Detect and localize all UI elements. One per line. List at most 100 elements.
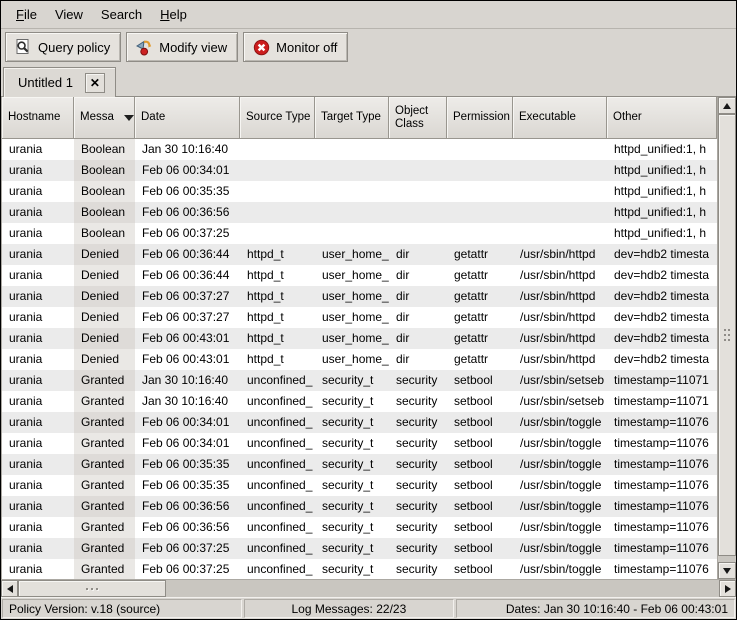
column-header-source-type[interactable]: Source Type (240, 97, 315, 139)
vertical-scrollbar-thumb[interactable] (718, 114, 736, 556)
table-cell[interactable]: timestamp=11076 (607, 454, 717, 475)
table-cell[interactable]: urania (2, 286, 74, 307)
table-cell[interactable] (240, 160, 315, 181)
table-cell[interactable]: Feb 06 00:36:44 (135, 265, 240, 286)
table-cell[interactable]: security_t (315, 391, 389, 412)
table-cell[interactable]: httpd_t (240, 307, 315, 328)
table-cell[interactable]: Granted (74, 517, 135, 538)
table-cell[interactable]: /usr/sbin/setseb (513, 391, 607, 412)
table-cell[interactable]: urania (2, 202, 74, 223)
table-row[interactable]: uraniaDeniedFeb 06 00:37:27httpd_tuser_h… (2, 307, 717, 328)
table-row[interactable]: uraniaGrantedJan 30 10:16:40unconfined_s… (2, 370, 717, 391)
table-row[interactable]: uraniaDeniedFeb 06 00:37:27httpd_tuser_h… (2, 286, 717, 307)
table-cell[interactable] (513, 223, 607, 244)
table-cell[interactable]: setbool (447, 538, 513, 559)
modify-view-button[interactable]: Modify view (126, 32, 238, 62)
table-row[interactable]: uraniaGrantedFeb 06 00:36:56unconfined_s… (2, 517, 717, 538)
table-row[interactable]: uraniaBooleanFeb 06 00:36:56httpd_unifie… (2, 202, 717, 223)
table-cell[interactable]: unconfined_ (240, 517, 315, 538)
table-cell[interactable]: Feb 06 00:34:01 (135, 412, 240, 433)
table-cell[interactable]: Feb 06 00:35:35 (135, 475, 240, 496)
scroll-left-button[interactable] (1, 580, 18, 597)
table-cell[interactable]: dev=hdb2 timesta (607, 286, 717, 307)
table-cell[interactable]: /usr/sbin/httpd (513, 328, 607, 349)
table-cell[interactable]: Feb 06 00:37:25 (135, 538, 240, 559)
table-cell[interactable]: urania (2, 307, 74, 328)
table-cell[interactable]: Granted (74, 496, 135, 517)
table-cell[interactable]: httpd_t (240, 349, 315, 370)
table-cell[interactable]: httpd_unified:1, h (607, 202, 717, 223)
table-row[interactable]: uraniaBooleanJan 30 10:16:40httpd_unifie… (2, 139, 717, 160)
table-cell[interactable]: Granted (74, 412, 135, 433)
table-cell[interactable]: unconfined_ (240, 391, 315, 412)
table-cell[interactable]: urania (2, 370, 74, 391)
table-cell[interactable]: security_t (315, 496, 389, 517)
table-cell[interactable]: dev=hdb2 timesta (607, 349, 717, 370)
table-cell[interactable]: getattr (447, 265, 513, 286)
table-cell[interactable]: urania (2, 223, 74, 244)
table-cell[interactable]: Jan 30 10:16:40 (135, 370, 240, 391)
table-cell[interactable]: urania (2, 559, 74, 579)
table-cell[interactable] (389, 181, 447, 202)
table-cell[interactable]: /usr/sbin/toggle (513, 517, 607, 538)
table-cell[interactable] (389, 139, 447, 160)
table-cell[interactable]: setbool (447, 391, 513, 412)
table-cell[interactable]: Granted (74, 391, 135, 412)
table-cell[interactable]: unconfined_ (240, 412, 315, 433)
table-cell[interactable]: Feb 06 00:36:56 (135, 496, 240, 517)
table-cell[interactable]: timestamp=11076 (607, 517, 717, 538)
table-row[interactable]: uraniaGrantedFeb 06 00:35:35unconfined_s… (2, 454, 717, 475)
table-row[interactable]: uraniaDeniedFeb 06 00:43:01httpd_tuser_h… (2, 328, 717, 349)
scroll-up-button[interactable] (718, 97, 736, 114)
table-row[interactable]: uraniaDeniedFeb 06 00:36:44httpd_tuser_h… (2, 265, 717, 286)
table-cell[interactable]: httpd_unified:1, h (607, 181, 717, 202)
table-cell[interactable]: user_home_ (315, 349, 389, 370)
table-cell[interactable]: httpd_t (240, 286, 315, 307)
table-cell[interactable] (240, 181, 315, 202)
table-cell[interactable]: setbool (447, 559, 513, 579)
table-cell[interactable]: unconfined_ (240, 538, 315, 559)
table-cell[interactable]: security (389, 454, 447, 475)
table-cell[interactable]: security_t (315, 517, 389, 538)
table-cell[interactable]: urania (2, 538, 74, 559)
table-cell[interactable]: Granted (74, 433, 135, 454)
table-cell[interactable]: security_t (315, 538, 389, 559)
table-cell[interactable]: urania (2, 475, 74, 496)
table-row[interactable]: uraniaDeniedFeb 06 00:43:01httpd_tuser_h… (2, 349, 717, 370)
table-cell[interactable]: Boolean (74, 223, 135, 244)
table-cell[interactable]: Feb 06 00:34:01 (135, 433, 240, 454)
table-cell[interactable]: unconfined_ (240, 433, 315, 454)
table-cell[interactable]: security_t (315, 370, 389, 391)
table-cell[interactable]: dev=hdb2 timesta (607, 244, 717, 265)
table-cell[interactable]: setbool (447, 370, 513, 391)
column-header-other[interactable]: Other (607, 97, 717, 139)
table-cell[interactable] (240, 139, 315, 160)
table-cell[interactable]: Feb 06 00:34:01 (135, 160, 240, 181)
table-cell[interactable]: getattr (447, 307, 513, 328)
table-cell[interactable]: Denied (74, 328, 135, 349)
table-cell[interactable]: setbool (447, 454, 513, 475)
table-cell[interactable]: Denied (74, 286, 135, 307)
scroll-right-button[interactable] (719, 580, 736, 597)
table-row[interactable]: uraniaGrantedFeb 06 00:34:01unconfined_s… (2, 433, 717, 454)
table-cell[interactable]: user_home_ (315, 265, 389, 286)
table-cell[interactable]: Feb 06 00:43:01 (135, 349, 240, 370)
table-cell[interactable]: security (389, 538, 447, 559)
table-cell[interactable]: security (389, 370, 447, 391)
table-cell[interactable] (513, 202, 607, 223)
table-cell[interactable]: timestamp=11076 (607, 475, 717, 496)
table-cell[interactable] (447, 181, 513, 202)
table-cell[interactable]: timestamp=11076 (607, 433, 717, 454)
table-cell[interactable] (447, 160, 513, 181)
table-cell[interactable]: Feb 06 00:36:56 (135, 202, 240, 223)
query-policy-button[interactable]: Query policy (5, 32, 121, 62)
table-cell[interactable]: security (389, 496, 447, 517)
table-cell[interactable]: Granted (74, 538, 135, 559)
table-cell[interactable]: /usr/sbin/httpd (513, 244, 607, 265)
table-cell[interactable]: /usr/sbin/toggle (513, 496, 607, 517)
table-cell[interactable]: Denied (74, 265, 135, 286)
table-cell[interactable]: dir (389, 328, 447, 349)
table-cell[interactable]: Feb 06 00:37:25 (135, 559, 240, 579)
table-cell[interactable]: urania (2, 349, 74, 370)
table-cell[interactable]: getattr (447, 244, 513, 265)
